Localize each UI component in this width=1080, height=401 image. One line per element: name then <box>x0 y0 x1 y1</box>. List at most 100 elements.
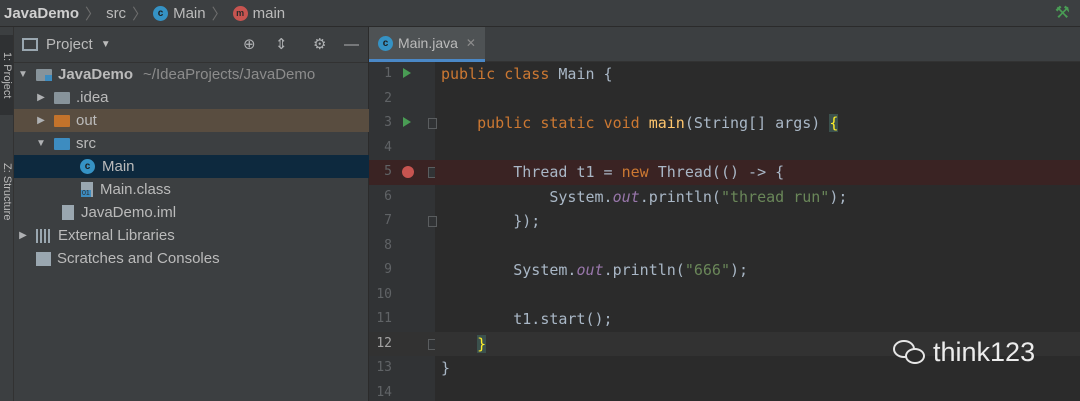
run-icon[interactable] <box>403 117 411 127</box>
breakpoint-icon[interactable] <box>402 166 414 178</box>
line-number: 7 <box>384 213 392 228</box>
tree-item-idea[interactable]: ▶ .idea <box>14 86 369 109</box>
code-text: System. <box>549 187 613 206</box>
class-icon: c <box>153 5 169 21</box>
code-text: }); <box>513 212 541 230</box>
excluded-folder-icon <box>54 114 70 127</box>
run-icon[interactable] <box>403 68 411 78</box>
keyword: public <box>477 114 532 132</box>
chevron-down-icon[interactable]: ▼ <box>101 39 111 50</box>
gutter-line[interactable]: 1 <box>369 62 435 87</box>
gutter-line[interactable]: 6 <box>369 185 435 210</box>
code-line-breakpoint: Thread t1 = new Thread(() -> { <box>435 160 1080 185</box>
code-text: ); <box>829 187 848 206</box>
chevron-right-icon: 〉 <box>211 5 227 23</box>
breadcrumb-method[interactable]: m main <box>232 5 285 22</box>
watermark-text: think123 <box>933 337 1036 367</box>
tree-item-label: Main.class <box>100 181 171 198</box>
tool-window-strip: 1: Project Z: Structure <box>0 27 14 401</box>
line-number: 10 <box>376 286 392 302</box>
tree-item-label: src <box>76 135 96 152</box>
code-line: public static void main(String[] args) { <box>435 111 1080 136</box>
code-text: Main { <box>549 65 613 83</box>
code-text: Thread(() -> { <box>648 163 785 181</box>
expand-right-icon[interactable]: ▶ <box>34 92 48 103</box>
expand-down-icon[interactable]: ▼ <box>34 138 48 149</box>
code-text: } <box>441 359 451 377</box>
tree-item-javademo[interactable]: ▼ JavaDemo ~/IdeaProjects/JavaDemo <box>14 63 369 86</box>
wechat-logo-icon <box>893 338 929 368</box>
tab-label: Main.java <box>398 35 458 51</box>
gutter-line[interactable]: 13 <box>369 356 435 381</box>
breadcrumb-folder[interactable]: src <box>106 5 126 22</box>
tree-item-iml[interactable]: JavaDemo.iml <box>14 201 369 224</box>
keyword: public <box>441 65 496 83</box>
build-hammer-icon[interactable]: ⚒ <box>1055 3 1070 23</box>
locate-icon[interactable]: ⊕ <box>243 36 256 54</box>
matched-brace: } <box>477 334 487 353</box>
tree-item-label: .idea <box>76 89 109 106</box>
project-panel: Project ▼ ⊕ ⇕ ⚙ — ▼ JavaDemo ~/IdeaProje… <box>14 27 369 401</box>
gutter-line[interactable]: 11 <box>369 307 435 332</box>
tree-item-scratches[interactable]: Scratches and Consoles <box>14 247 369 270</box>
gutter-line[interactable]: 8 <box>369 234 435 259</box>
line-number: 6 <box>384 188 392 204</box>
editor-gutter[interactable]: 1 2 3 4 5 6 7 8 9 10 11 12 13 14 <box>369 62 437 401</box>
method-icon: m <box>232 5 248 21</box>
static-field: out <box>576 261 604 279</box>
tree-item-main-class[interactable]: Main.class <box>14 178 369 201</box>
gutter-line[interactable]: 12 <box>369 331 437 356</box>
tree-item-label: Scratches and Consoles <box>57 250 220 267</box>
libraries-icon <box>36 228 52 243</box>
gutter-line[interactable]: 14 <box>369 381 435 401</box>
keyword: new <box>621 163 649 181</box>
tree-item-src[interactable]: ▼ src <box>14 132 369 155</box>
gutter-line[interactable]: 9 <box>369 258 435 283</box>
tree-item-path: ~/IdeaProjects/JavaDemo <box>143 66 316 83</box>
line-number: 4 <box>384 139 392 155</box>
close-icon[interactable]: ✕ <box>466 36 476 50</box>
line-number: 13 <box>376 360 392 375</box>
gutter-line[interactable]: 3 <box>369 111 437 136</box>
tree-item-external-libraries[interactable]: ▶ External Libraries <box>14 224 369 247</box>
code-line: }); <box>435 209 1080 234</box>
project-panel-title[interactable]: Project <box>46 36 93 53</box>
keyword: static <box>540 114 595 132</box>
tab-main-java[interactable]: c Main.java ✕ <box>369 27 485 62</box>
expand-right-icon[interactable]: ▶ <box>34 115 48 126</box>
breadcrumb-class-label: Main <box>173 4 206 22</box>
gutter-line[interactable]: 5 <box>369 160 437 185</box>
gutter-line[interactable]: 4 <box>369 136 435 161</box>
gear-icon[interactable]: ⚙ <box>313 36 326 54</box>
line-number: 12 <box>376 335 392 351</box>
navigation-breadcrumb: JavaDemo 〉 src 〉 c Main 〉 m main ⚒ <box>0 0 1080 27</box>
code-line: t1.start(); <box>435 307 1080 332</box>
code-text: .println( <box>639 187 721 206</box>
gutter-line[interactable]: 7 <box>369 209 437 234</box>
line-number: 14 <box>376 384 392 400</box>
editor-tab-bar: c Main.java ✕ <box>369 27 1080 62</box>
source-folder-icon <box>54 137 70 150</box>
class-icon: c <box>378 35 393 51</box>
gutter-line[interactable]: 2 <box>369 87 435 112</box>
collapse-all-icon[interactable]: ⇕ <box>275 36 288 54</box>
code-text: (String[] args) <box>684 114 830 132</box>
tab-project[interactable]: 1: Project <box>0 35 13 115</box>
tree-item-label: out <box>76 112 97 129</box>
string-literal: "thread run" <box>720 187 830 206</box>
line-number: 3 <box>384 115 392 130</box>
breadcrumb-class[interactable]: c Main <box>153 5 206 22</box>
gutter-line[interactable]: 10 <box>369 283 435 308</box>
tab-structure[interactable]: Z: Structure <box>0 147 13 237</box>
expand-down-icon[interactable]: ▼ <box>16 69 30 80</box>
project-view-icon <box>22 38 38 51</box>
expand-right-icon[interactable]: ▶ <box>16 230 30 241</box>
hide-panel-icon[interactable]: — <box>344 36 359 54</box>
tree-item-main[interactable]: c Main <box>14 155 369 178</box>
breadcrumb-project[interactable]: JavaDemo <box>4 5 79 22</box>
tree-item-out[interactable]: ▶ out <box>14 109 369 132</box>
